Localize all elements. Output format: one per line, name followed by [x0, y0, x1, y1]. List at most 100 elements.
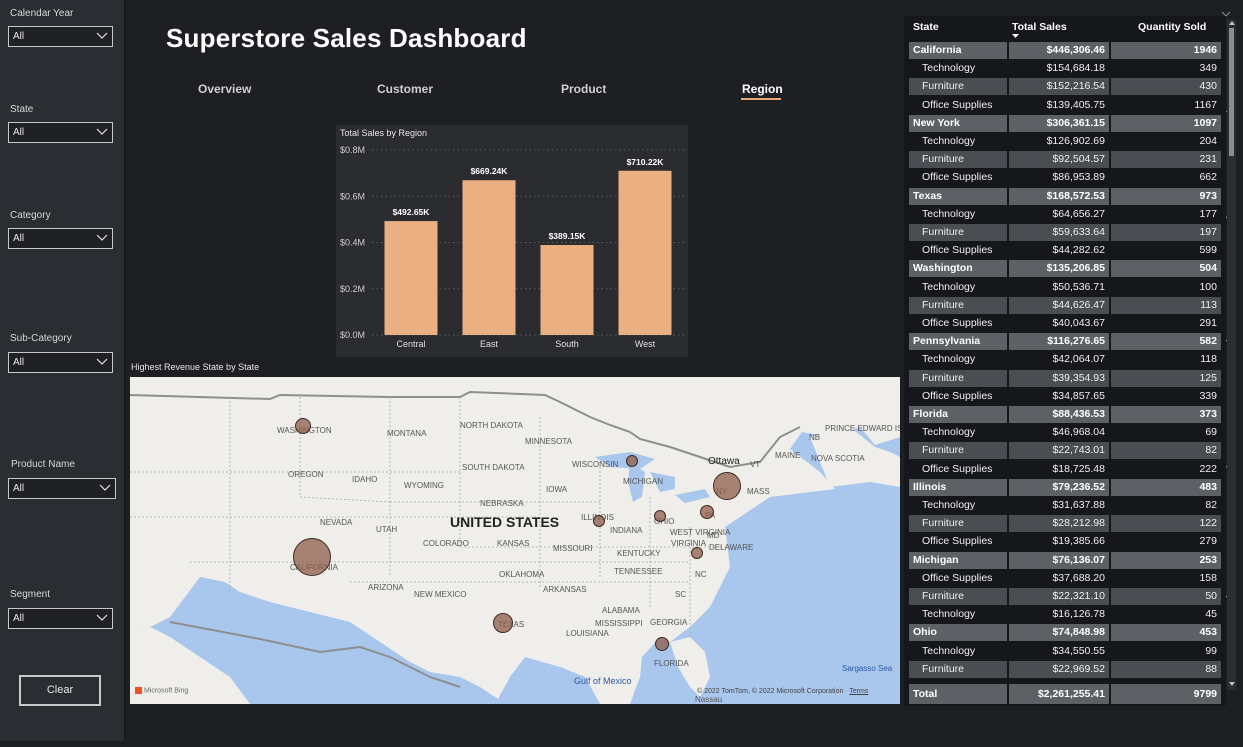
table-row-state[interactable]: Florida $88,436.53 373 [909, 406, 1221, 424]
table-row-category[interactable]: Office Supplies $44,282.62 599 [909, 242, 1221, 260]
state-cell: Furniture [909, 588, 1007, 605]
tab-region[interactable]: Region [742, 82, 783, 96]
table-row-category[interactable]: Office Supplies $37,688.20 158 [909, 569, 1221, 588]
table-row-category[interactable]: Office Supplies $18,725.48 222 [909, 460, 1221, 479]
table-row-state[interactable]: Illinois $79,236.52 483 [909, 478, 1221, 497]
map-bubble[interactable] [700, 505, 714, 519]
sales-cell: $34,550.55 [1009, 642, 1109, 660]
table-row-category[interactable]: Technology $154,684.18 349 [909, 60, 1221, 78]
map-bubble[interactable] [654, 510, 666, 522]
table-row-category[interactable]: Furniture $22,743.01 82 [909, 442, 1221, 460]
table-row-category[interactable]: Furniture $22,321.10 50 [909, 588, 1221, 606]
state-cell: Pennsylvania [909, 333, 1007, 351]
bar-chart-svg: $0.0M $0.2M $0.4M $0.6M $0.8M $492.65K Central… [340, 145, 684, 349]
table-row-category[interactable]: Technology $126,902.69 204 [909, 133, 1221, 151]
header-state[interactable]: State [913, 21, 939, 33]
table-row-category[interactable]: Technology $50,536.71 100 [909, 278, 1221, 297]
header-total-sales[interactable]: Total Sales [1012, 21, 1067, 33]
table-row-category[interactable]: Furniture $39,354.93 125 [909, 369, 1221, 388]
data-label: $710.22K [627, 157, 665, 167]
state-cell: Office Supplies [909, 169, 1007, 187]
sub-category-dropdown[interactable]: All [8, 352, 113, 373]
table-row-state[interactable]: New York $306,361.15 1097 [909, 114, 1221, 133]
header-quantity-sold[interactable]: Quantity Sold [1138, 21, 1206, 33]
scroll-down-icon[interactable] [1229, 682, 1235, 687]
table-row-category[interactable]: Technology $42,064.07 118 [909, 351, 1221, 369]
table-row-category[interactable]: Office Supplies $40,043.67 291 [909, 315, 1221, 333]
map-bubble[interactable] [655, 637, 669, 651]
state-cell: Technology [909, 497, 1007, 514]
map-bubble[interactable] [691, 547, 703, 559]
table-row-category[interactable]: Furniture $92,504.57 231 [909, 151, 1221, 169]
chevron-down-icon [96, 32, 108, 39]
product-name-dropdown[interactable]: All [8, 478, 116, 499]
bar-south[interactable] [540, 245, 594, 335]
map-bubble[interactable] [713, 472, 741, 500]
table-row-category[interactable]: Office Supplies $19,385.66 279 [909, 533, 1221, 551]
table-row-state[interactable]: Texas $168,572.53 973 [909, 187, 1221, 206]
table-row-state[interactable]: Pennsylvania $116,276.65 582 [909, 333, 1221, 351]
table-row-category[interactable]: Furniture $44,626.47 113 [909, 296, 1221, 315]
x-tick-label: Central [396, 339, 425, 349]
state-cell: Technology [909, 424, 1007, 442]
table-row-category[interactable]: Technology $16,126.78 45 [909, 606, 1221, 624]
table-row-category[interactable]: Technology $46,968.04 69 [909, 424, 1221, 442]
sales-table[interactable]: State Total Sales Quantity Sold Californ… [904, 16, 1226, 706]
table-row-state[interactable]: Michigan $76,136.07 253 [909, 551, 1221, 570]
table-row-category[interactable]: Technology $31,637.88 82 [909, 497, 1221, 515]
bar-east[interactable] [462, 180, 516, 335]
bar-west[interactable] [618, 170, 672, 335]
quantity-cell: 118 [1111, 351, 1221, 369]
terms-link[interactable]: Terms [849, 688, 868, 695]
table-row-category[interactable]: Furniture $152,216.54 430 [909, 78, 1221, 96]
chevron-down-icon [99, 484, 111, 491]
segment-dropdown[interactable]: All [8, 608, 113, 629]
table-row-category[interactable]: Technology $64,656.27 177 [909, 205, 1221, 224]
sales-by-region-chart[interactable]: Total Sales by Region $0.0M $0.2M $0.4M $0.… [336, 125, 688, 357]
quantity-cell: 1167 [1111, 96, 1221, 114]
scroll-up-icon[interactable] [1229, 21, 1235, 26]
table-row-category[interactable]: Office Supplies $34,857.65 339 [909, 387, 1221, 406]
state-cell: Furniture [909, 369, 1007, 387]
map-bubble[interactable] [593, 515, 605, 527]
product-name-label: Product Name [11, 459, 75, 470]
map-bubble[interactable] [626, 455, 638, 467]
sales-cell: $126,902.69 [1009, 133, 1109, 150]
tab-overview[interactable]: Overview [198, 82, 251, 96]
chevron-down-icon [96, 234, 108, 241]
sales-map[interactable]: WASHINGTONMONTANANORTH DAKOTAMINNESOTAOR… [130, 377, 900, 704]
sales-cell: $44,282.62 [1009, 242, 1109, 260]
table-row-state[interactable]: California $446,306.46 1946 [909, 42, 1221, 60]
page-title: Superstore Sales Dashboard [166, 23, 527, 53]
sales-cell: $22,321.10 [1009, 588, 1109, 605]
scrollbar-thumb[interactable] [1229, 28, 1234, 156]
sales-cell: $42,064.07 [1009, 351, 1109, 369]
table-row-state[interactable]: Ohio $74,848.98 453 [909, 624, 1221, 642]
quantity-cell: 82 [1111, 497, 1221, 514]
sales-cell: $59,633.64 [1009, 224, 1109, 241]
quantity-cell: 122 [1111, 515, 1221, 533]
table-row-state[interactable]: Washington $135,206.85 504 [909, 260, 1221, 278]
map-bubble[interactable] [493, 613, 513, 633]
clear-button[interactable]: Clear [19, 675, 101, 706]
table-row-category[interactable]: Furniture $28,212.98 122 [909, 515, 1221, 533]
table-row-category[interactable]: Furniture $59,633.64 197 [909, 224, 1221, 242]
map-bubble[interactable] [293, 538, 331, 576]
state-cell: Technology [909, 133, 1007, 150]
category-dropdown[interactable]: All [8, 228, 113, 249]
quantity-cell: 125 [1111, 369, 1221, 387]
quantity-cell: 177 [1111, 205, 1221, 223]
tab-customer[interactable]: Customer [377, 82, 433, 96]
calendar-year-dropdown[interactable]: All [8, 26, 113, 47]
table-row-category[interactable]: Office Supplies $139,405.75 1167 [909, 96, 1221, 115]
bar-central[interactable] [384, 221, 438, 335]
map-bubble[interactable] [295, 418, 311, 434]
bing-logo: Microsoft Bing [135, 687, 188, 694]
state-cell: Technology [909, 205, 1007, 223]
table-row-category[interactable]: Furniture $22,969.52 88 [909, 660, 1221, 679]
table-row-category[interactable]: Office Supplies $86,953.89 662 [909, 169, 1221, 187]
state-dropdown[interactable]: All [8, 122, 113, 143]
table-row-category[interactable]: Technology $34,550.55 99 [909, 642, 1221, 661]
quantity-cell: 279 [1111, 533, 1221, 551]
tab-product[interactable]: Product [561, 82, 606, 96]
